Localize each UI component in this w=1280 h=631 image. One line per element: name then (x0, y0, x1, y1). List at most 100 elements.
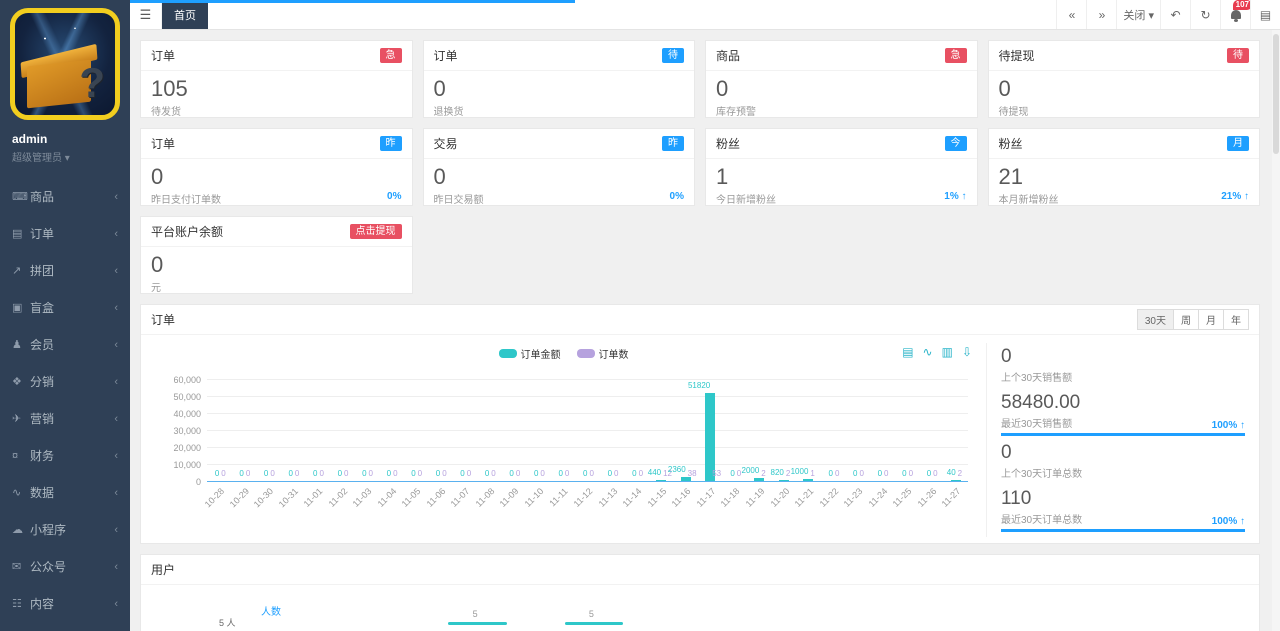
download-icon[interactable]: ⇩ (962, 345, 972, 359)
count-label: 0 (884, 469, 888, 478)
legend-订单金额[interactable]: 订单金额 (499, 346, 561, 361)
user-line-chart: 人数 5 人 55 (141, 585, 1259, 631)
card-title: 交易 (434, 135, 458, 152)
x-axis-label: 11-17 (694, 486, 717, 509)
chart-column-11-02[interactable]: 0011-02 (330, 379, 355, 481)
card-body: 0库存预警 (706, 71, 977, 118)
scroll-tabs-right-button[interactable]: » (1086, 0, 1116, 29)
chart-column-11-21[interactable]: 1000111-21 (796, 379, 821, 481)
sidebar-item-营销[interactable]: ✈营销‹ (0, 400, 130, 437)
chart-column-10-29[interactable]: 0010-29 (232, 379, 257, 481)
amount-label: 0 (583, 469, 587, 478)
app-logo[interactable]: ? (10, 8, 120, 120)
chart-columns: 0010-280010-290010-300010-310011-010011-… (207, 379, 968, 481)
chart-column-11-12[interactable]: 0011-12 (575, 379, 600, 481)
chart-column-11-13[interactable]: 0011-13 (600, 379, 625, 481)
chart-column-11-26[interactable]: 0011-26 (919, 379, 944, 481)
chart-column-11-22[interactable]: 0011-22 (821, 379, 846, 481)
vertical-scrollbar[interactable] (1272, 30, 1280, 631)
chart-column-11-25[interactable]: 0011-25 (894, 379, 919, 481)
card-body: 1今日新增粉丝1% ↑ (706, 159, 977, 206)
range-tab-周[interactable]: 周 (1173, 309, 1199, 330)
legend-订单数[interactable]: 订单数 (577, 346, 629, 361)
sidebar-item-小程序[interactable]: ☁小程序‹ (0, 511, 130, 548)
group-buy-chart-icon: ↗ (12, 264, 30, 277)
chart-column-10-28[interactable]: 0010-28 (207, 379, 232, 481)
tab-首页[interactable]: 首页 (162, 0, 208, 29)
chart-column-11-14[interactable]: 0011-14 (624, 379, 649, 481)
chevron-left-icon: ‹ (114, 376, 118, 388)
status-badge[interactable]: 点击提现 (350, 224, 402, 239)
sidebar-item-会员[interactable]: ♟会员‹ (0, 326, 130, 363)
chart-column-11-05[interactable]: 0011-05 (403, 379, 428, 481)
chart-column-11-24[interactable]: 0011-24 (870, 379, 895, 481)
card-body: 0元 (141, 247, 412, 294)
stat-card-待提现: 待提现待0待提现 (988, 40, 1261, 118)
order-panel-header: 订单 30天周月年 (141, 305, 1259, 335)
sidebar-item-分销[interactable]: ❖分销‹ (0, 363, 130, 400)
chart-column-11-11[interactable]: 0011-11 (551, 379, 576, 481)
amount-label: 1000 (791, 467, 809, 476)
chart-column-11-09[interactable]: 0011-09 (502, 379, 527, 481)
data-view-icon[interactable]: ▤ (902, 345, 913, 359)
amount-label: 0 (460, 469, 464, 478)
username: admin (12, 132, 118, 146)
chart-column-11-19[interactable]: 2000211-19 (747, 379, 772, 481)
count-label: 0 (516, 469, 520, 478)
user-role-dropdown[interactable]: 超级管理员 ▾ (12, 149, 118, 164)
sidebar-item-订单[interactable]: ▤订单‹ (0, 215, 130, 252)
chart-column-11-20[interactable]: 820211-20 (772, 379, 797, 481)
count-label: 0 (909, 469, 913, 478)
user-panel-header: 用户 (141, 555, 1259, 585)
chart-column-11-23[interactable]: 0011-23 (845, 379, 870, 481)
stat-card-本月新增粉丝: 粉丝月21本月新增粉丝21% ↑ (988, 128, 1261, 206)
amount-bar (779, 480, 789, 482)
card-value: 0 (434, 164, 685, 190)
sidebar-item-内容[interactable]: ☷内容‹ (0, 585, 130, 622)
amount-label: 0 (215, 469, 219, 478)
chart-column-10-30[interactable]: 0010-30 (256, 379, 281, 481)
chart-column-11-04[interactable]: 0011-04 (379, 379, 404, 481)
notifications-button[interactable]: 107 (1220, 0, 1250, 29)
user-chart-legend[interactable]: 人数 (261, 603, 281, 618)
x-axis-label: 11-22 (817, 486, 840, 509)
sidebar-item-盲盒[interactable]: ▣盲盒‹ (0, 289, 130, 326)
chevron-left-icon: ‹ (114, 339, 118, 351)
sidebar-item-数据[interactable]: ∿数据‹ (0, 474, 130, 511)
sidebar-item-商品[interactable]: ⌨商品‹ (0, 178, 130, 215)
chart-column-11-07[interactable]: 0011-07 (452, 379, 477, 481)
back-button[interactable]: ↶ (1160, 0, 1190, 29)
refresh-button[interactable]: ↻ (1190, 0, 1220, 29)
chart-column-11-27[interactable]: 40211-27 (943, 379, 968, 481)
chart-column-10-31[interactable]: 0010-31 (281, 379, 306, 481)
chevron-left-icon: ‹ (114, 450, 118, 462)
card-label: 本月新增粉丝 (999, 191, 1250, 206)
range-tab-30天[interactable]: 30天 (1137, 309, 1174, 330)
sidebar-nav: ⌨商品‹▤订单‹↗拼团‹▣盲盒‹♟会员‹❖分销‹✈营销‹¤财务‹∿数据‹☁小程序… (0, 178, 130, 631)
chart-column-11-06[interactable]: 0011-06 (428, 379, 453, 481)
count-label: 0 (835, 469, 839, 478)
close-tabs-dropdown[interactable]: 关闭 ▾ (1116, 0, 1160, 29)
sidebar-item-拼团[interactable]: ↗拼团‹ (0, 252, 130, 289)
message-list-button[interactable]: ▤ (1250, 0, 1280, 29)
sidebar-item-公众号[interactable]: ✉公众号‹ (0, 548, 130, 585)
bar-chart-icon[interactable]: ▥ (942, 345, 953, 359)
count-label: 0 (614, 469, 618, 478)
range-tab-月[interactable]: 月 (1198, 309, 1224, 330)
chart-column-11-03[interactable]: 0011-03 (354, 379, 379, 481)
chart-column-11-08[interactable]: 0011-08 (477, 379, 502, 481)
line-chart-icon[interactable]: ∿ (923, 345, 933, 359)
chart-column-11-17[interactable]: 518205311-17 (698, 379, 723, 481)
amount-label: 820 (771, 468, 784, 477)
sidebar-item-设置[interactable]: ⚙设置‹ (0, 622, 130, 631)
count-label: 0 (221, 469, 225, 478)
chart-column-11-10[interactable]: 0011-10 (526, 379, 551, 481)
collapse-sidebar-button[interactable]: ☰ (130, 0, 162, 29)
chart-column-11-01[interactable]: 0011-01 (305, 379, 330, 481)
chart-column-11-16[interactable]: 23603811-16 (673, 379, 698, 481)
range-tab-年[interactable]: 年 (1223, 309, 1249, 330)
scroll-tabs-left-button[interactable]: « (1056, 0, 1086, 29)
card-title: 商品 (716, 47, 740, 64)
sidebar-item-财务[interactable]: ¤财务‹ (0, 437, 130, 474)
scrollbar-thumb[interactable] (1273, 34, 1279, 154)
